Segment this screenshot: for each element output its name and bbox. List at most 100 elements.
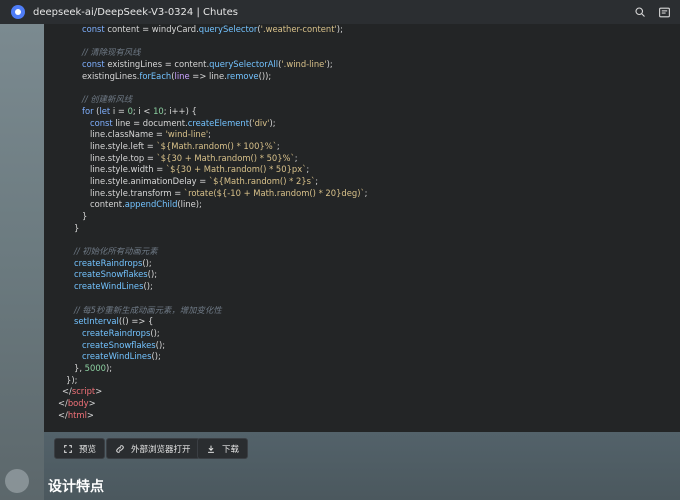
code-token: }); (66, 374, 78, 385)
code-line: const content = windyCard.querySelector(… (44, 24, 680, 36)
code-line: const line = document.createElement('div… (44, 118, 680, 130)
code-block: const content = windyCard.querySelector (… (44, 24, 680, 421)
code-token: }, (74, 362, 85, 373)
code-token: </ (58, 409, 68, 420)
code-token: ); (105, 362, 113, 373)
preview-button[interactable]: 预览 (54, 438, 106, 459)
code-token: `${Math.random() * 2}s` (208, 175, 316, 186)
code-line: // 创建新风线 (44, 94, 680, 106)
code-token: forEach (139, 70, 172, 81)
code-token: line.style.transform = (90, 187, 184, 198)
download-button[interactable]: 下载 (197, 438, 249, 459)
window-icon[interactable] (656, 4, 672, 20)
code-line: content.appendChild(line); (44, 199, 680, 211)
code-line: // 初始化所有动画元素 (44, 246, 680, 258)
code-token: ; (315, 175, 319, 186)
code-line: line.style.left = `${Math.random() * 100… (44, 141, 680, 153)
code-token: html (67, 409, 87, 420)
code-token: createWindLines (82, 351, 152, 362)
code-token: (); (143, 281, 153, 292)
code-token: ; (208, 129, 211, 140)
code-line: } (44, 223, 680, 235)
code-line: </html> (44, 410, 680, 422)
code-token: ); (269, 117, 276, 128)
code-token: ; i < (132, 105, 154, 116)
section-title: 设计特点 (48, 479, 104, 495)
code-token: createElement (187, 117, 249, 128)
search-icon[interactable] (632, 4, 648, 20)
code-token: (); (147, 269, 158, 280)
code-line: createWindLines(); (44, 351, 680, 363)
code-line: for (let i = 0; i < 10; i++) { (44, 106, 680, 118)
expand-icon (63, 444, 73, 454)
code-token: existingLines. (82, 70, 140, 81)
code-line: createRaindrops(); (44, 328, 680, 340)
code-token: createWindLines (74, 281, 144, 292)
code-token: > (88, 398, 96, 408)
code-token: // 初始化所有动画元素 (74, 246, 158, 257)
download-icon (206, 444, 216, 454)
code-line: </script> (44, 386, 680, 398)
code-token: 'wind-line' (165, 129, 209, 140)
code-token: </ (58, 398, 68, 408)
code-token: (); (151, 351, 161, 362)
code-line: line.style.width = `${30 + Math.random()… (44, 164, 680, 176)
code-token: content = windyCard. (104, 24, 199, 34)
code-line: line.style.animationDelay = `${Math.rand… (44, 176, 680, 188)
scroll-handle[interactable] (5, 469, 29, 493)
code-token: ; (306, 164, 310, 175)
code-line: setInterval(() => { (44, 316, 680, 328)
code-token: line (174, 70, 190, 81)
code-token: (); (142, 257, 152, 268)
code-line: createSnowflakes(); (44, 269, 680, 281)
link-icon (115, 444, 125, 454)
code-token: ; (294, 152, 298, 163)
code-token: line.style.top = (90, 152, 157, 163)
code-token: (); (150, 327, 160, 338)
code-token: createSnowflakes (74, 269, 148, 280)
code-token: '.wind-line' (281, 59, 327, 70)
code-token: querySelectorAll (209, 59, 279, 70)
code-line: createWindLines(); (44, 281, 680, 293)
code-token: body (67, 398, 89, 408)
code-token: '.weather-content' (260, 24, 337, 34)
code-token: const (82, 24, 105, 34)
code-line: }); (44, 375, 680, 387)
code-token: ; (276, 140, 280, 151)
code-token: content. (90, 199, 125, 210)
code-token: line.className = (90, 129, 166, 140)
code-line: line.style.top = `${30 + Math.random() *… (44, 153, 680, 165)
code-token: createRaindrops (82, 327, 151, 338)
open-external-label: 外部浏览器打开 (131, 444, 191, 455)
code-token: `${30 + Math.random() * 50}px` (165, 164, 307, 175)
titlebar: deepseek-ai/DeepSeek-V3-0324 | Chutes (0, 0, 680, 24)
code-token: createSnowflakes (82, 339, 156, 350)
code-token: appendChild (124, 199, 178, 210)
code-token: remove (226, 70, 259, 81)
code-token: // 创建新风线 (82, 94, 133, 105)
preview-label: 预览 (79, 444, 97, 455)
code-line: }, 5000); (44, 363, 680, 375)
code-token: (); (155, 339, 166, 350)
open-external-button[interactable]: 外部浏览器打开 (106, 438, 200, 459)
code-line: line.className = 'wind-line'; (44, 129, 680, 141)
code-line: // 清除现有风线 (44, 47, 680, 59)
code-line: // 每5秒重新生成动画元素，增加变化性 (44, 305, 680, 317)
code-token: } (82, 211, 88, 221)
code-token: 'div' (252, 117, 270, 128)
code-token: ; (364, 187, 368, 198)
code-token: `${30 + Math.random() * 50}%` (156, 152, 295, 163)
code-token: </ (62, 386, 72, 397)
code-token: setInterval (74, 316, 119, 327)
code-line: } (44, 211, 680, 223)
code-line: line.style.transform = `rotate(${-10 + M… (44, 188, 680, 200)
window-title: deepseek-ai/DeepSeek-V3-0324 | Chutes (33, 6, 238, 18)
code-token: i = (110, 105, 128, 116)
code-token: line.style.animationDelay = (90, 175, 209, 186)
code-token: ); (326, 59, 333, 70)
code-token: > (86, 409, 94, 420)
code-token: line = document. (112, 117, 188, 128)
